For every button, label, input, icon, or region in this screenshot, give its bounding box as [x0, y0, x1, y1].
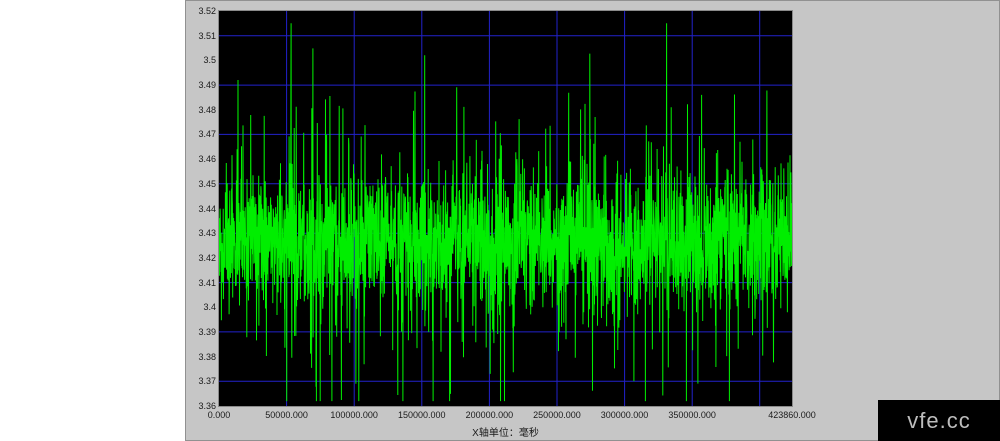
y-axis-tick: 3.38 [187, 352, 216, 362]
signal-plot [219, 11, 792, 406]
y-axis-tick: 3.46 [187, 154, 216, 164]
y-axis-tick: 3.37 [187, 376, 216, 386]
vfe-watermark-text: vfe.cc [907, 408, 970, 434]
y-axis-tick: 3.45 [187, 179, 216, 189]
y-axis-tick: 3.5 [187, 55, 216, 65]
y-axis-tick: 3.42 [187, 253, 216, 263]
y-axis-tick: 3.47 [187, 129, 216, 139]
y-axis-tick: 3.52 [187, 6, 216, 16]
y-axis-tick: 3.4 [187, 302, 216, 312]
y-axis-tick: 3.43 [187, 228, 216, 238]
x-axis-tick: 423860.000 [750, 410, 834, 420]
x-axis-tick: 350000.000 [650, 410, 734, 420]
chart-panel: 3.52 3.51 3.5 3.49 3.48 3.47 3.46 3.45 3.44 3.43 3… [185, 0, 1000, 441]
y-axis-tick: 3.48 [187, 105, 216, 115]
plot-area [219, 11, 792, 406]
y-axis-tick: 3.44 [187, 204, 216, 214]
y-axis-tick: 3.51 [187, 31, 216, 41]
y-axis-tick: 3.41 [187, 278, 216, 288]
page: 3.52 3.51 3.5 3.49 3.48 3.47 3.46 3.45 3.44 3.43 3… [0, 0, 1000, 441]
y-axis-tick: 3.39 [187, 327, 216, 337]
noise-signal-trace [219, 23, 792, 401]
x-axis-unit-label: X轴单位：毫秒 [219, 424, 792, 439]
y-axis-tick: 3.49 [187, 80, 216, 90]
vfe-watermark: vfe.cc [878, 400, 1000, 441]
